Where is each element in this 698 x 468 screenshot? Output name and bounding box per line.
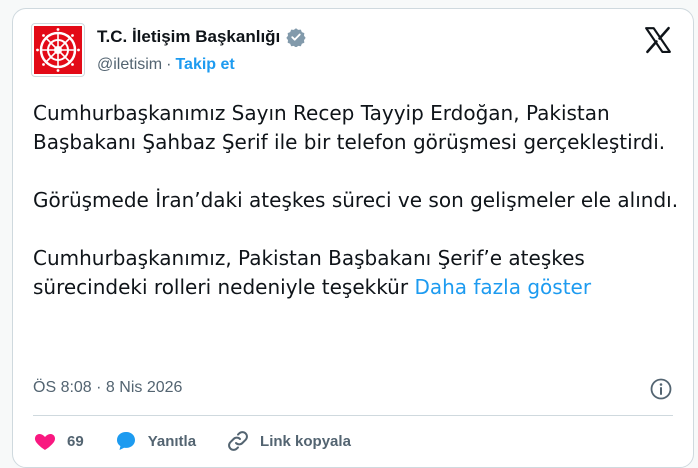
reply-icon — [116, 432, 135, 450]
tweet-card: T.C. İletişim Başkanlığı @iletisim · Tak… — [12, 8, 694, 468]
reply-label: Yanıtla — [147, 432, 197, 450]
info-icon[interactable] — [649, 377, 673, 401]
tweet-paragraph: Cumhurbaşkanımız, Pakistan Başbakanı Şer… — [33, 244, 683, 302]
reply-button[interactable]: Yanıtla — [114, 429, 196, 453]
tweet-paragraph: Cumhurbaşkanımız Sayın Recep Tayyip Erdo… — [33, 101, 666, 154]
separator-dot: · — [166, 56, 172, 73]
iletisim-logo-icon — [34, 26, 82, 74]
account-display-name[interactable]: T.C. İletişim Başkanlığı — [97, 27, 280, 47]
divider — [33, 415, 673, 416]
account-avatar[interactable] — [31, 23, 85, 77]
tweet-paragraph: Görüşmede İran’daki ateşkes süreci ve so… — [33, 188, 679, 212]
account-handle[interactable]: @iletisim — [97, 56, 162, 74]
like-count: 69 — [67, 432, 84, 450]
account-handle-row: @iletisim · Takip et — [97, 56, 235, 74]
like-button[interactable]: 69 — [33, 429, 84, 453]
x-logo-icon[interactable] — [643, 25, 673, 55]
tweet-timestamp[interactable]: ÖS 8:08 · 8 Nis 2026 — [33, 379, 182, 397]
account-name-row: T.C. İletişim Başkanlığı — [97, 27, 306, 47]
copy-link-button[interactable]: Link kopyala — [226, 429, 351, 453]
show-more-link[interactable]: Daha fazla göster — [414, 275, 591, 299]
tweet-text: Cumhurbaşkanımız Sayın Recep Tayyip Erdo… — [33, 99, 683, 331]
action-bar: 69 Yanıtla Link kopyala — [33, 429, 381, 453]
heart-icon — [34, 434, 56, 450]
copy-link-label: Link kopyala — [260, 432, 351, 450]
link-icon — [228, 431, 248, 451]
follow-button[interactable]: Takip et — [175, 56, 234, 74]
verified-badge-icon — [286, 28, 306, 47]
